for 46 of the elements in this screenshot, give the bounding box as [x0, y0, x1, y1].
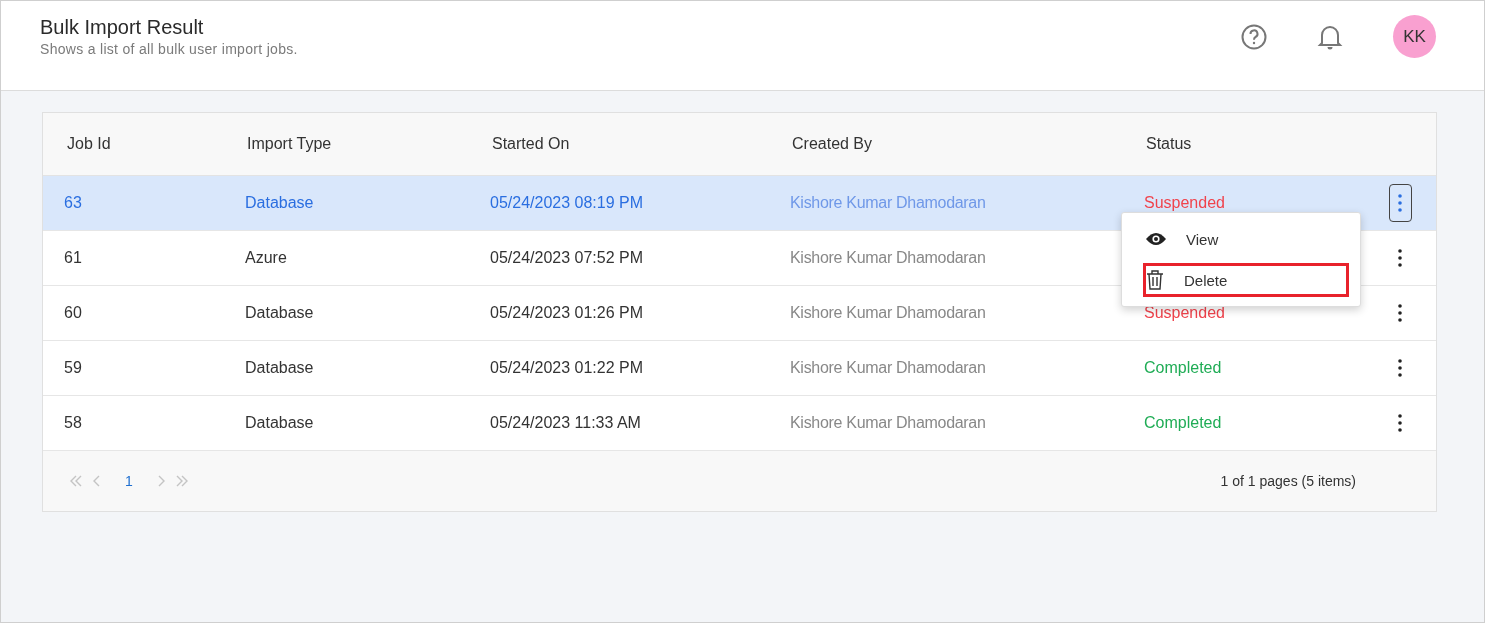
status-text: Completed [1143, 414, 1223, 432]
table-row[interactable]: 59 Database 05/24/2023 01:22 PM Kishore Kumar Dhamodaran Completed [43, 341, 1436, 396]
table-cell-text: Database [244, 414, 315, 432]
table-cell-text: Database [244, 304, 315, 322]
table-row[interactable]: 63 Database 05/24/2023 08:19 PM Kishore Kumar Dhamodaran Suspended [43, 176, 1436, 231]
table-cell-text: 05/24/2023 01:22 PM [489, 359, 644, 377]
status-text: Completed [1143, 359, 1223, 377]
trash-icon [1146, 270, 1164, 290]
table-cell-text: 61 [63, 249, 83, 267]
kebab-icon [1398, 249, 1402, 267]
table-cell-text: 05/24/2023 07:52 PM [489, 249, 644, 267]
page-number[interactable]: 1 [111, 473, 147, 489]
kebab-icon [1398, 414, 1402, 432]
table-cell-text: 05/24/2023 11:33 AM [489, 414, 642, 432]
table-cell-text: Kishore Kumar Dhamodaran [789, 249, 987, 267]
table-cell-text: 05/24/2023 01:26 PM [489, 304, 644, 322]
table-cell-text: Kishore Kumar Dhamodaran [789, 194, 987, 212]
table-cell-text: Azure [244, 249, 288, 267]
table-cell-text: Database [244, 359, 315, 377]
eye-icon [1146, 232, 1166, 246]
column-header[interactable]: Job Id [43, 135, 223, 153]
page-subtitle: Shows a list of all bulk user import jobs. [40, 41, 299, 57]
kebab-icon [1398, 359, 1402, 377]
pager-summary: 1 of 1 pages (5 items) [1220, 473, 1356, 489]
table-cell-text: 60 [63, 304, 83, 322]
menu-item[interactable]: Delete [1143, 263, 1349, 297]
table-cell-text: Kishore Kumar Dhamodaran [789, 304, 987, 322]
table-cell-text: Database [244, 194, 315, 212]
kebab-icon [1398, 194, 1402, 212]
table-cell-text: 63 [63, 194, 83, 212]
status-text: Suspended [1143, 304, 1226, 322]
table-cell-text: 05/24/2023 08:19 PM [489, 194, 644, 212]
table-cell-text: 58 [63, 414, 83, 432]
help-icon[interactable] [1241, 23, 1267, 50]
page-title: Bulk Import Result [40, 15, 205, 39]
user-avatar[interactable]: KK [1393, 15, 1436, 58]
column-header[interactable]: Import Type [223, 135, 468, 153]
more-button[interactable] [1388, 184, 1412, 222]
column-header[interactable]: Status [1122, 135, 1364, 153]
column-header[interactable]: Started On [468, 135, 768, 153]
column-header[interactable]: Created By [768, 135, 1122, 153]
kebab-icon [1398, 304, 1402, 322]
table-cell-text: Kishore Kumar Dhamodaran [789, 414, 987, 432]
table-cell-text: Kishore Kumar Dhamodaran [789, 359, 987, 377]
status-text: Suspended [1143, 194, 1226, 212]
table-cell-text: 59 [63, 359, 83, 377]
